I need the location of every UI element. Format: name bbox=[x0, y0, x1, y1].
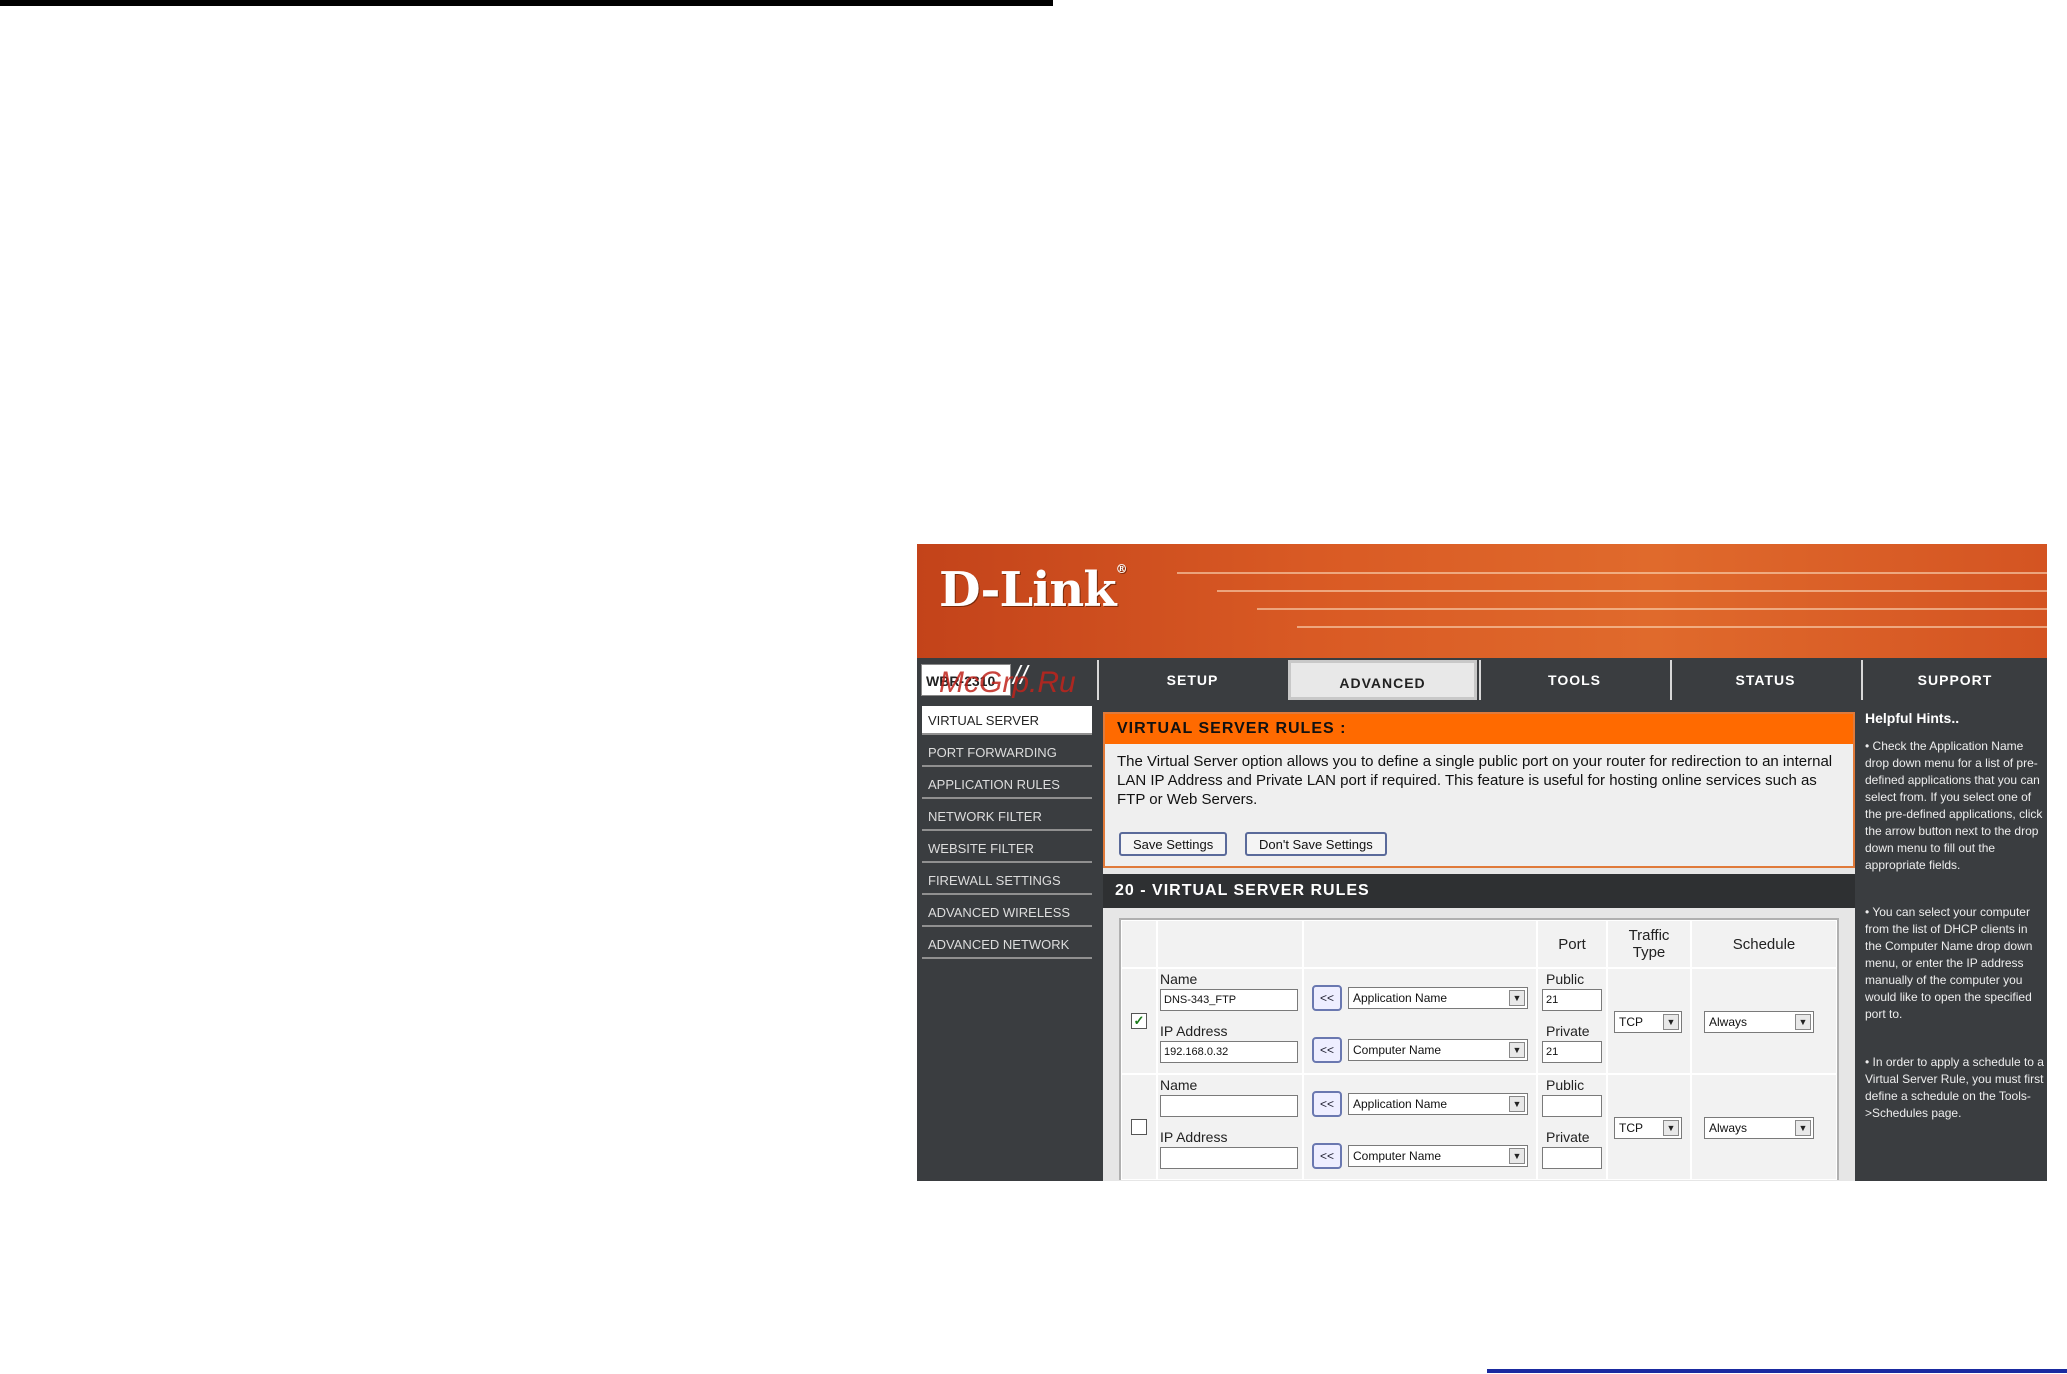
rule-1-copy-app-button[interactable]: << bbox=[1312, 985, 1342, 1011]
sidebar: VIRTUAL SERVER PORT FORWARDING APPLICATI… bbox=[917, 704, 1093, 1181]
rule-1-copy-computer-button[interactable]: << bbox=[1312, 1037, 1342, 1063]
hints-title: Helpful Hints.. bbox=[1865, 710, 1960, 726]
rule-2-schedule-select[interactable]: Always ▼ bbox=[1704, 1117, 1814, 1139]
dont-save-settings-button[interactable]: Don't Save Settings bbox=[1245, 832, 1387, 856]
header-schedule: Schedule bbox=[1691, 920, 1837, 968]
name-label: Name bbox=[1160, 1077, 1198, 1093]
rule-1-traffic-cell: TCP ▼ bbox=[1607, 968, 1691, 1074]
rule-1-port-cell: Public 21 Private 21 bbox=[1537, 968, 1607, 1074]
public-label: Public bbox=[1546, 1077, 1585, 1093]
main-content: VIRTUAL SERVER RULES : The Virtual Serve… bbox=[1103, 712, 1855, 1181]
rules-table: Port Traffic Type Schedule ✓ Name DNS-34… bbox=[1119, 918, 1839, 1180]
table-row: ✓ bbox=[1121, 968, 1157, 1074]
intro-text: The Virtual Server option allows you to … bbox=[1117, 753, 1833, 808]
watermark: McGrp.Ru bbox=[939, 666, 1076, 699]
tab-advanced[interactable]: ADVANCED bbox=[1288, 660, 1477, 700]
rule-2-copy-computer-button[interactable]: << bbox=[1312, 1143, 1342, 1169]
chevron-down-icon: ▼ bbox=[1509, 1096, 1525, 1112]
rule-2-port-cell: Public Private bbox=[1537, 1074, 1607, 1180]
rule-2-public-port-input[interactable] bbox=[1542, 1095, 1602, 1117]
chevron-down-icon: ▼ bbox=[1509, 990, 1525, 1006]
table-row bbox=[1121, 1074, 1157, 1180]
chevron-down-icon: ▼ bbox=[1795, 1120, 1811, 1136]
rule-2-enable-checkbox[interactable] bbox=[1131, 1119, 1147, 1135]
rule-1-enable-checkbox[interactable]: ✓ bbox=[1131, 1013, 1147, 1029]
router-screenshot: D-Link® WBR-2310 // McGrp.Ru SETUP ADVAN… bbox=[917, 544, 2047, 1181]
rule-2-application-select[interactable]: Application Name ▼ bbox=[1348, 1093, 1528, 1115]
rule-2-private-port-input[interactable] bbox=[1542, 1147, 1602, 1169]
rule-1-application-select[interactable]: Application Name ▼ bbox=[1348, 987, 1528, 1009]
rule-1-schedule-select[interactable]: Always ▼ bbox=[1704, 1011, 1814, 1033]
chevron-down-icon: ▼ bbox=[1509, 1042, 1525, 1058]
tab-status[interactable]: STATUS bbox=[1670, 660, 1859, 700]
rules-title: 20 - VIRTUAL SERVER RULES bbox=[1103, 874, 1855, 908]
hint-application-name: • Check the Application Name drop down m… bbox=[1865, 739, 2043, 872]
sidebar-item-port-forwarding[interactable]: PORT FORWARDING bbox=[922, 738, 1092, 767]
top-rule bbox=[0, 0, 1053, 6]
tab-support[interactable]: SUPPORT bbox=[1861, 660, 2047, 700]
ip-address-label: IP Address bbox=[1160, 1023, 1228, 1039]
tab-bar: WBR-2310 // McGrp.Ru SETUP ADVANCED TOOL… bbox=[917, 658, 2047, 702]
rule-2-ip-input[interactable] bbox=[1160, 1147, 1298, 1169]
rule-2-traffic-select[interactable]: TCP ▼ bbox=[1614, 1117, 1682, 1139]
header-cell-blank bbox=[1121, 920, 1157, 968]
public-label: Public bbox=[1546, 971, 1585, 987]
rule-2-copy-app-button[interactable]: << bbox=[1312, 1091, 1342, 1117]
header-banner: D-Link® bbox=[917, 544, 2047, 658]
hint-computer-name: • You can select your computer from the … bbox=[1865, 905, 2033, 1021]
rule-2-computer-select[interactable]: Computer Name ▼ bbox=[1348, 1145, 1528, 1167]
sidebar-item-firewall-settings[interactable]: FIREWALL SETTINGS bbox=[922, 866, 1092, 895]
rule-2-traffic-cell: TCP ▼ bbox=[1607, 1074, 1691, 1180]
rule-2-select-cell: << Application Name ▼ << Computer Name ▼ bbox=[1303, 1074, 1537, 1180]
save-settings-button[interactable]: Save Settings bbox=[1119, 832, 1228, 856]
hint-schedule: • In order to apply a schedule to a Virt… bbox=[1865, 1055, 2044, 1120]
tab-setup[interactable]: SETUP bbox=[1097, 660, 1286, 700]
rule-2-schedule-cell: Always ▼ bbox=[1691, 1074, 1837, 1180]
rule-2-name-input[interactable] bbox=[1160, 1095, 1298, 1117]
rule-1-select-cell: << Application Name ▼ << Computer Name ▼ bbox=[1303, 968, 1537, 1074]
rule-1-traffic-select[interactable]: TCP ▼ bbox=[1614, 1011, 1682, 1033]
tab-tools[interactable]: TOOLS bbox=[1479, 660, 1668, 700]
helpful-hints: Helpful Hints.. • Check the Application … bbox=[1861, 704, 2047, 1181]
chevron-down-icon: ▼ bbox=[1663, 1120, 1679, 1136]
header-traffic-type: Traffic Type bbox=[1607, 920, 1691, 968]
rule-1-public-port-input[interactable]: 21 bbox=[1542, 989, 1602, 1011]
rule-1-computer-select[interactable]: Computer Name ▼ bbox=[1348, 1039, 1528, 1061]
chevron-down-icon: ▼ bbox=[1663, 1014, 1679, 1030]
name-label: Name bbox=[1160, 971, 1198, 987]
sidebar-item-advanced-wireless[interactable]: ADVANCED WIRELESS bbox=[922, 898, 1092, 927]
dlink-logo: D-Link® bbox=[939, 562, 1128, 618]
sidebar-item-application-rules[interactable]: APPLICATION RULES bbox=[922, 770, 1092, 799]
sidebar-item-website-filter[interactable]: WEBSITE FILTER bbox=[922, 834, 1092, 863]
rule-1-private-port-input[interactable]: 21 bbox=[1542, 1041, 1602, 1063]
ip-address-label: IP Address bbox=[1160, 1129, 1228, 1145]
header-cell-blank bbox=[1157, 920, 1303, 968]
intro-title: VIRTUAL SERVER RULES : bbox=[1105, 714, 1853, 744]
chevron-down-icon: ▼ bbox=[1509, 1148, 1525, 1164]
rule-1-name-ip-cell: Name DNS-343_FTP IP Address 192.168.0.32 bbox=[1157, 968, 1303, 1074]
rule-1-ip-input[interactable]: 192.168.0.32 bbox=[1160, 1041, 1298, 1063]
chevron-down-icon: ▼ bbox=[1795, 1014, 1811, 1030]
private-label: Private bbox=[1546, 1023, 1590, 1039]
rule-1-schedule-cell: Always ▼ bbox=[1691, 968, 1837, 1074]
sidebar-item-network-filter[interactable]: NETWORK FILTER bbox=[922, 802, 1092, 831]
rule-1-name-input[interactable]: DNS-343_FTP bbox=[1160, 989, 1298, 1011]
sidebar-item-advanced-network[interactable]: ADVANCED NETWORK bbox=[922, 930, 1092, 959]
header-cell-blank bbox=[1303, 920, 1537, 968]
private-label: Private bbox=[1546, 1129, 1590, 1145]
sidebar-item-virtual-server[interactable]: VIRTUAL SERVER bbox=[922, 706, 1092, 735]
bottom-rule bbox=[1487, 1369, 2067, 1373]
rule-2-name-ip-cell: Name IP Address bbox=[1157, 1074, 1303, 1180]
header-port: Port bbox=[1537, 920, 1607, 968]
intro-panel: VIRTUAL SERVER RULES : The Virtual Serve… bbox=[1103, 712, 1855, 868]
